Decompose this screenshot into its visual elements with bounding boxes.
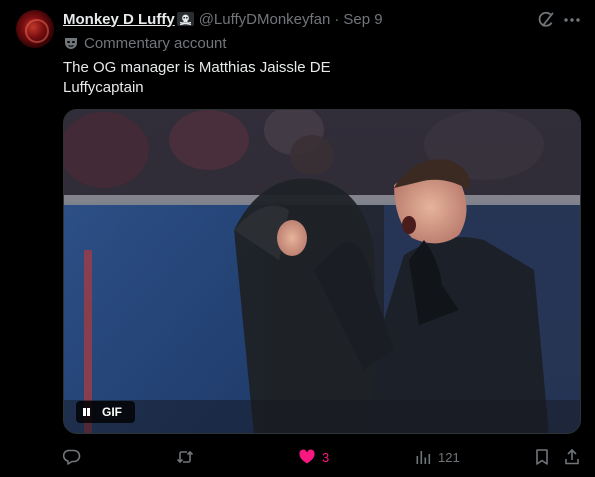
share-button[interactable] [563, 445, 581, 469]
display-name[interactable]: Monkey D Luffy [63, 11, 175, 28]
views-button[interactable]: 121 [414, 445, 460, 469]
handle[interactable]: @LuffyDMonkeyfan [199, 11, 331, 28]
gif-badge[interactable]: GIF [76, 401, 135, 423]
reply-icon [63, 449, 81, 465]
tweet-text-line-1: The OG manager is Matthias Jaissle DE [63, 59, 331, 76]
pause-icon[interactable] [82, 407, 92, 417]
account-label: Commentary account [63, 34, 227, 52]
avatar[interactable] [16, 10, 54, 48]
share-icon [565, 448, 579, 465]
bookmark-icon [536, 449, 548, 465]
tweet[interactable]: Monkey D Luffy @LuffyDMonkeyfan · Sep 9 [0, 0, 595, 477]
views-icon [416, 451, 431, 464]
tweet-text-mention[interactable]: Luffycaptain [63, 78, 573, 98]
heart-icon [299, 449, 315, 464]
tweet-text: The OG manager is Matthias Jaissle DE Lu… [63, 58, 573, 98]
action-bar: 3 121 [0, 445, 595, 469]
tweet-header: Monkey D Luffy @LuffyDMonkeyfan · Sep 9 [63, 9, 383, 29]
like-button[interactable]: 3 [298, 445, 329, 469]
retweet-button[interactable] [176, 445, 200, 469]
pirate-flag-icon [176, 12, 194, 26]
account-label-text: Commentary account [84, 34, 227, 52]
separator: · [334, 10, 340, 28]
views-count: 121 [438, 449, 460, 465]
gif-label: GIF [102, 405, 122, 419]
more-icon[interactable] [562, 10, 582, 30]
gif-frame [64, 110, 580, 433]
mask-icon [65, 38, 77, 49]
reply-button[interactable] [63, 445, 87, 469]
timestamp[interactable]: Sep 9 [343, 11, 382, 28]
grok-icon[interactable] [536, 10, 556, 30]
bookmark-button[interactable] [533, 445, 551, 469]
gif-media[interactable]: GIF [63, 109, 581, 434]
like-count: 3 [322, 449, 330, 465]
retweet-icon [176, 450, 194, 464]
